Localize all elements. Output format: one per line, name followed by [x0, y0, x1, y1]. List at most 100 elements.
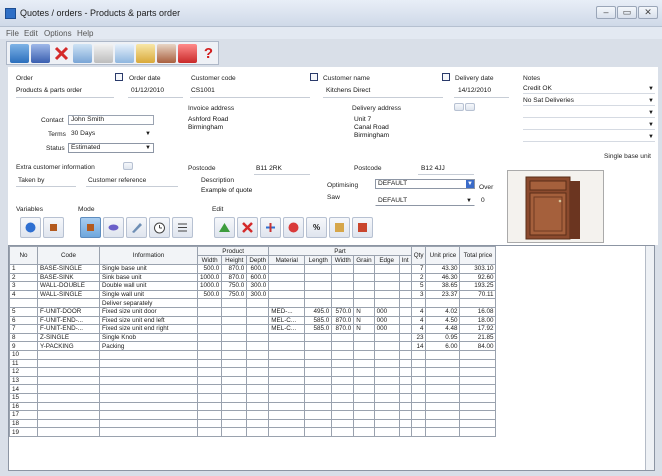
table-cell[interactable]	[398, 427, 412, 437]
table-cell[interactable]: 10	[9, 349, 38, 360]
table-cell[interactable]: 6.00	[425, 341, 461, 351]
col-information[interactable]: Information	[99, 246, 198, 265]
table-cell[interactable]	[246, 358, 270, 369]
table-cell[interactable]: 4.48	[425, 324, 461, 334]
table-cell[interactable]	[410, 427, 427, 437]
table-row[interactable]: 18	[9, 418, 497, 429]
table-cell[interactable]: Single base unit	[99, 264, 198, 274]
table-cell[interactable]: 13	[9, 375, 38, 386]
table-cell[interactable]	[196, 384, 223, 394]
table-cell[interactable]: 4	[9, 289, 38, 300]
invoice-postcode-value[interactable]: B11 2RK	[256, 165, 282, 172]
table-cell[interactable]: 600.0	[246, 264, 270, 274]
table-cell[interactable]	[373, 341, 400, 351]
table-cell[interactable]: 4.50	[425, 315, 461, 326]
table-cell[interactable]: 585.0	[304, 324, 333, 334]
table-cell[interactable]: 14	[410, 341, 427, 351]
table-cell[interactable]	[331, 349, 355, 360]
table-cell[interactable]: 5	[9, 306, 38, 317]
col-product-width[interactable]: Width	[196, 255, 223, 265]
table-cell[interactable]	[398, 306, 412, 317]
table-cell[interactable]: 4	[410, 324, 427, 334]
table-cell[interactable]	[459, 410, 497, 420]
table-cell[interactable]: 5	[410, 281, 427, 291]
customer-name-checkbox[interactable]	[310, 73, 318, 81]
table-cell[interactable]	[425, 367, 461, 377]
table-cell[interactable]: BASE-SINGLE	[37, 264, 100, 274]
table-cell[interactable]	[304, 427, 333, 437]
table-cell[interactable]	[37, 358, 100, 369]
table-cell[interactable]: 2	[9, 272, 38, 283]
grid-scrollbar[interactable]	[645, 246, 654, 470]
table-cell[interactable]: 600.0	[246, 272, 270, 283]
table-cell[interactable]: 870.0	[331, 315, 355, 326]
table-cell[interactable]	[304, 272, 333, 283]
table-row[interactable]: 12	[9, 367, 497, 377]
table-cell[interactable]	[331, 341, 355, 351]
export-icon[interactable]	[352, 217, 373, 238]
table-cell[interactable]	[304, 384, 333, 394]
table-cell[interactable]: WALL-SINGLE	[37, 289, 100, 300]
table-cell[interactable]	[373, 358, 400, 369]
mode-unit-button[interactable]	[80, 217, 101, 238]
table-cell[interactable]	[196, 332, 223, 343]
table-cell[interactable]	[304, 298, 333, 308]
table-cell[interactable]	[246, 306, 270, 317]
table-cell[interactable]	[398, 315, 412, 326]
extra-info-button[interactable]	[123, 162, 133, 170]
table-cell[interactable]: 84.00	[459, 341, 497, 351]
menu-edit[interactable]: Edit	[24, 29, 38, 38]
add-line-icon[interactable]	[214, 217, 235, 238]
table-cell[interactable]	[99, 384, 198, 394]
table-cell[interactable]	[331, 401, 355, 412]
table-cell[interactable]: N	[353, 306, 375, 317]
table-cell[interactable]: 8	[9, 332, 38, 343]
table-row[interactable]: 19	[9, 427, 497, 437]
notes-item-3[interactable]: ▼	[523, 108, 655, 118]
table-cell[interactable]: 23	[410, 332, 427, 343]
table-cell[interactable]	[304, 367, 333, 377]
menu-help[interactable]: Help	[77, 29, 93, 38]
table-cell[interactable]	[196, 324, 223, 334]
table-cell[interactable]	[268, 289, 306, 300]
table-cell[interactable]	[331, 358, 355, 369]
table-cell[interactable]	[398, 418, 412, 429]
table-cell[interactable]	[425, 298, 461, 308]
variables-button[interactable]	[20, 217, 41, 238]
delivery-address-line2[interactable]: Canal Road	[354, 124, 389, 131]
new-order-icon[interactable]	[10, 44, 29, 63]
table-cell[interactable]	[425, 401, 461, 412]
table-cell[interactable]	[304, 264, 333, 274]
table-cell[interactable]: Fixed size unit door	[99, 306, 198, 317]
table-cell[interactable]	[410, 349, 427, 360]
table-row[interactable]: 2 BASE-SINK Sink base unit 1000.0 870.0 600.0…	[9, 272, 497, 283]
table-cell[interactable]	[99, 367, 198, 377]
table-cell[interactable]: 4.02	[425, 306, 461, 317]
table-cell[interactable]	[246, 367, 270, 377]
table-cell[interactable]	[353, 367, 375, 377]
table-cell[interactable]	[268, 298, 306, 308]
table-cell[interactable]	[459, 358, 497, 369]
table-cell[interactable]	[331, 298, 355, 308]
table-row[interactable]: 5 F-UNIT-DOOR Fixed size unit door MED-... 4…	[9, 306, 497, 317]
table-cell[interactable]: 3	[9, 281, 38, 291]
open-order-icon[interactable]	[31, 44, 50, 63]
table-cell[interactable]	[268, 349, 306, 360]
table-cell[interactable]	[196, 427, 223, 437]
table-cell[interactable]	[459, 375, 497, 386]
table-cell[interactable]	[353, 358, 375, 369]
table-cell[interactable]: 000	[373, 306, 400, 317]
variables-unit-button[interactable]	[43, 217, 64, 238]
col-length[interactable]: Length	[304, 255, 333, 265]
table-cell[interactable]: 3	[410, 289, 427, 300]
table-cell[interactable]: Z-SINGLE	[37, 332, 100, 343]
table-cell[interactable]	[99, 410, 198, 420]
delivery-date-checkbox[interactable]	[442, 73, 450, 81]
table-cell[interactable]	[246, 298, 270, 308]
table-cell[interactable]: 18	[9, 418, 38, 429]
table-cell[interactable]	[353, 392, 375, 403]
table-cell[interactable]	[196, 392, 223, 403]
table-cell[interactable]	[373, 375, 400, 386]
table-cell[interactable]	[246, 349, 270, 360]
folder-icon[interactable]	[136, 44, 155, 63]
